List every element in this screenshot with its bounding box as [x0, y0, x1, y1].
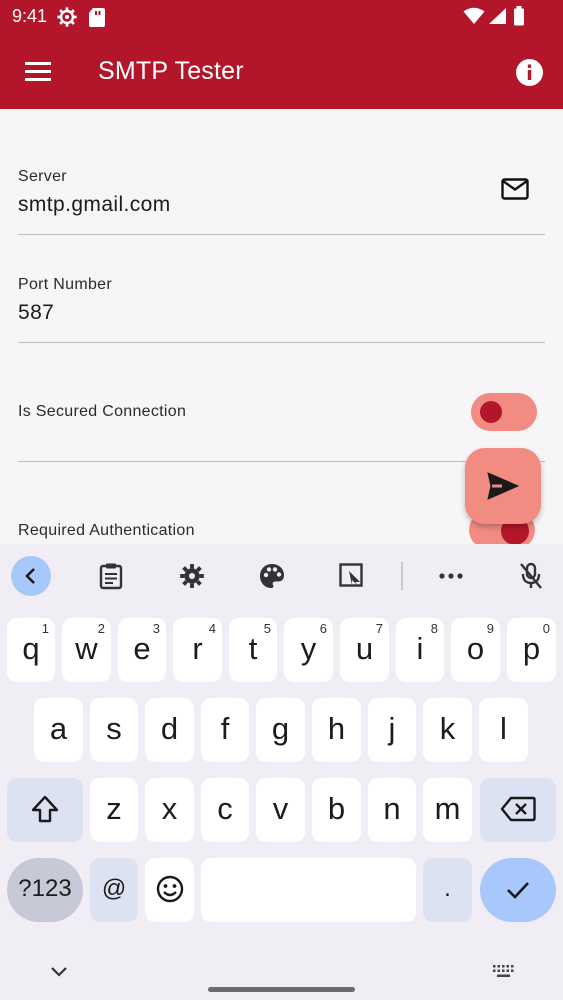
auth-label: Required Authentication [18, 522, 195, 539]
key-k[interactable]: k [423, 698, 472, 762]
signal-icon [488, 7, 507, 30]
key-n[interactable]: n [368, 778, 416, 842]
status-time: 9:41 [12, 6, 48, 26]
send-icon [487, 472, 519, 500]
sd-card-icon [88, 6, 106, 33]
emoji-key[interactable] [145, 858, 194, 922]
backspace-key[interactable] [480, 778, 556, 842]
navigation-bar [0, 950, 563, 1000]
info-icon[interactable] [515, 58, 544, 87]
key-i[interactable]: i8 [396, 618, 444, 682]
key-d[interactable]: d [145, 698, 194, 762]
shift-key[interactable] [7, 778, 83, 842]
key-q[interactable]: q1 [7, 618, 55, 682]
key-m[interactable]: m [423, 778, 472, 842]
secured-connection-row: Is Secured Connection [18, 365, 545, 462]
mic-off-icon[interactable] [511, 556, 551, 596]
emoji-icon [156, 875, 183, 903]
key-z[interactable]: z [90, 778, 138, 842]
key-u[interactable]: u7 [340, 618, 389, 682]
symbols-key[interactable]: ?123 [7, 858, 83, 922]
mail-icon[interactable] [501, 178, 529, 205]
server-value: smtp.gmail.com [18, 193, 171, 216]
key-l[interactable]: l [479, 698, 528, 762]
app-bar: SMTP Tester [0, 34, 563, 109]
checkmark-icon [507, 882, 529, 899]
back-chevron-icon[interactable] [11, 556, 51, 596]
app-title: SMTP Tester [98, 57, 244, 85]
port-value: 587 [18, 301, 55, 324]
status-bar: 9:41 [0, 0, 563, 34]
key-s[interactable]: s [90, 698, 138, 762]
key-v[interactable]: v [256, 778, 305, 842]
toggle-knob [480, 401, 502, 423]
shift-icon [31, 795, 59, 823]
key-t[interactable]: t5 [229, 618, 277, 682]
settings-icon[interactable] [172, 556, 212, 596]
keyboard-switcher-icon[interactable] [492, 964, 516, 983]
key-p[interactable]: p0 [507, 618, 556, 682]
key-b[interactable]: b [312, 778, 361, 842]
period-key[interactable]: . [423, 858, 472, 922]
server-field[interactable]: Server smtp.gmail.com [18, 149, 545, 235]
key-y[interactable]: y6 [284, 618, 333, 682]
more-icon[interactable] [431, 556, 471, 596]
key-g[interactable]: g [256, 698, 305, 762]
key-e[interactable]: e3 [118, 618, 166, 682]
port-field[interactable]: Port Number 587 [18, 257, 545, 343]
gesture-nav-handle[interactable] [208, 987, 355, 992]
key-w[interactable]: w2 [62, 618, 111, 682]
hide-keyboard-chevron-icon[interactable] [50, 964, 68, 982]
auth-row: Required Authentication [18, 509, 545, 549]
space-key[interactable] [201, 858, 416, 922]
keyboard-toolbar [0, 544, 563, 610]
key-x[interactable]: x [145, 778, 194, 842]
soft-keyboard: q1 w2 e3 r4 t5 y6 u7 i8 o9 p0 a s d f g … [0, 544, 563, 1000]
battery-icon [513, 6, 525, 31]
server-label: Server [18, 168, 67, 185]
secured-connection-label: Is Secured Connection [18, 403, 187, 420]
screen: 9:41 SMTP Tester Server smtp.gmail.com P… [0, 0, 563, 1000]
key-o[interactable]: o9 [451, 618, 500, 682]
toolbar-divider [401, 562, 403, 590]
port-label: Port Number [18, 276, 112, 293]
backspace-icon [500, 796, 536, 822]
key-f[interactable]: f [201, 698, 249, 762]
secured-connection-toggle[interactable] [471, 393, 537, 431]
resize-icon[interactable] [332, 556, 372, 596]
key-j[interactable]: j [368, 698, 416, 762]
palette-icon[interactable] [252, 556, 292, 596]
key-h[interactable]: h [312, 698, 361, 762]
key-c[interactable]: c [201, 778, 249, 842]
enter-key[interactable] [480, 858, 556, 922]
key-a[interactable]: a [34, 698, 83, 762]
key-r[interactable]: r4 [173, 618, 222, 682]
clipboard-icon[interactable] [91, 556, 131, 596]
send-button[interactable] [465, 448, 541, 524]
settings-gear-icon [56, 6, 78, 33]
hamburger-menu-icon[interactable] [22, 57, 56, 87]
wifi-icon [463, 7, 485, 30]
at-key[interactable]: @ [90, 858, 138, 922]
